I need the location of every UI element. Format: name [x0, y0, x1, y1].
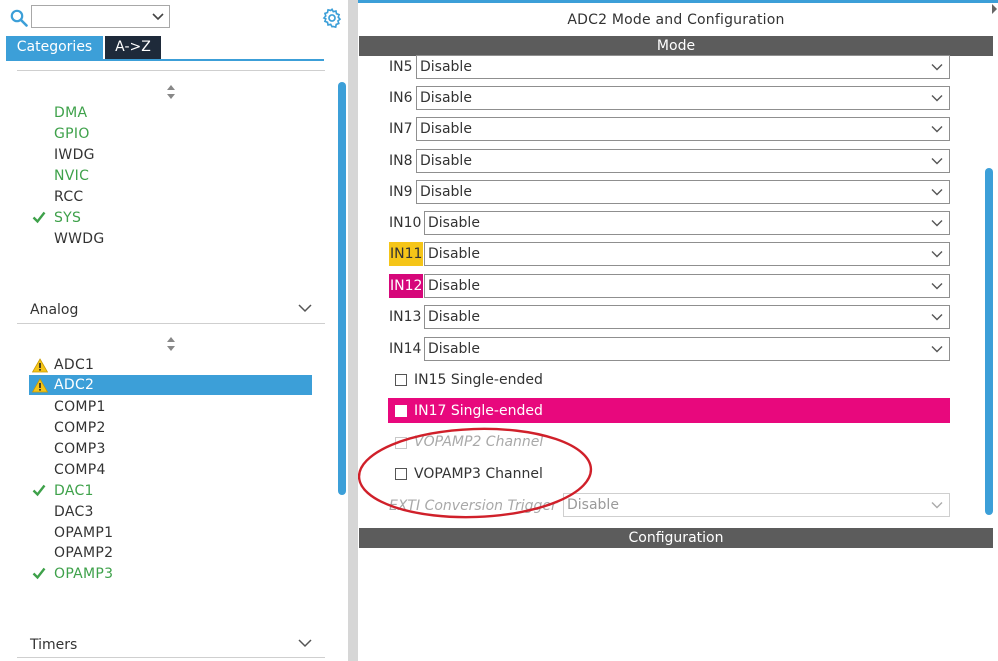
in11-select[interactable]: Disable: [424, 242, 950, 266]
chevron-down-icon: [931, 283, 943, 290]
check-icon: [32, 211, 46, 224]
in12-label: IN12: [389, 274, 424, 298]
in9-select[interactable]: Disable: [416, 180, 950, 204]
in9-label: IN9: [389, 184, 413, 200]
list-item-nvic[interactable]: NVIC: [54, 166, 89, 186]
warning-icon: [32, 378, 48, 393]
in8-select[interactable]: Disable: [416, 149, 950, 173]
mode-section-header[interactable]: Mode: [359, 36, 993, 56]
chevron-down-icon: [931, 158, 943, 165]
sort-arrows-icon[interactable]: [166, 336, 176, 352]
in6-select-value: Disable: [420, 90, 472, 106]
search-icon[interactable]: [10, 9, 28, 27]
in7-select-value: Disable: [420, 121, 472, 137]
in14-select[interactable]: Disable: [424, 337, 950, 361]
list-item-comp3[interactable]: COMP3: [54, 439, 106, 459]
in13-select-value: Disable: [428, 309, 480, 325]
in13-label: IN13: [389, 309, 422, 325]
section-separator: [17, 657, 325, 658]
chevron-down-icon: [931, 346, 943, 353]
tab-underline: [6, 59, 324, 61]
chevron-down-icon: [931, 95, 943, 102]
in5-select-value: Disable: [420, 59, 472, 75]
in12-select-value: Disable: [428, 278, 480, 294]
in7-select[interactable]: Disable: [416, 117, 950, 141]
list-item-wwdg[interactable]: WWDG: [54, 229, 105, 249]
tab-a-to-z[interactable]: A->Z: [105, 36, 161, 59]
list-item-dma[interactable]: DMA: [54, 103, 87, 123]
check-icon: [32, 484, 46, 497]
in10-select[interactable]: Disable: [424, 211, 950, 235]
list-item-dac3[interactable]: DAC3: [54, 502, 94, 522]
in17-checkbox[interactable]: [395, 405, 407, 417]
in11-label: IN11: [389, 242, 424, 266]
panel-splitter[interactable]: [348, 0, 358, 661]
left-scrollbar[interactable]: [338, 82, 346, 495]
configuration-section-header[interactable]: Configuration: [359, 528, 993, 548]
in8-label: IN8: [389, 153, 413, 169]
list-item-rcc[interactable]: RCC: [54, 187, 83, 207]
list-item-iwdg[interactable]: IWDG: [54, 145, 95, 165]
category-analog[interactable]: Analog: [30, 300, 78, 320]
in12-select[interactable]: Disable: [424, 274, 950, 298]
configuration-area: [359, 548, 993, 661]
in10-label: IN10: [389, 215, 422, 231]
list-item-gpio[interactable]: GPIO: [54, 124, 90, 144]
in8-select-value: Disable: [420, 153, 472, 169]
in17-checkbox-label[interactable]: IN17 Single-ended: [414, 401, 543, 421]
section-separator: [17, 70, 325, 71]
chevron-down-icon: [931, 126, 943, 133]
gear-icon[interactable]: [321, 7, 343, 29]
red-circle-annotation: [358, 427, 593, 519]
chevron-down-icon: [931, 502, 943, 509]
list-item-adc1[interactable]: ADC1: [54, 355, 94, 375]
in5-label: IN5: [389, 59, 413, 75]
tab-categories[interactable]: Categories: [6, 36, 103, 59]
list-item-comp1[interactable]: COMP1: [54, 397, 106, 417]
list-item-adc2[interactable]: ADC2: [54, 375, 94, 395]
in9-select-value: Disable: [420, 184, 472, 200]
ext-trigger-select: Disable: [563, 493, 950, 517]
page-title: ADC2 Mode and Configuration: [567, 12, 785, 28]
in15-checkbox[interactable]: [395, 374, 407, 386]
in13-select[interactable]: Disable: [424, 305, 950, 329]
chevron-down-icon: [931, 64, 943, 71]
warning-icon: [32, 358, 48, 373]
in7-label: IN7: [389, 121, 413, 137]
chevron-down-icon: [931, 251, 943, 258]
category-timers[interactable]: Timers: [30, 635, 77, 655]
section-separator: [17, 323, 325, 324]
chevron-down-icon[interactable]: [298, 638, 312, 648]
chevron-down-icon: [931, 220, 943, 227]
list-item-comp2[interactable]: COMP2: [54, 418, 106, 438]
in10-select-value: Disable: [428, 215, 480, 231]
in6-label: IN6: [389, 90, 413, 106]
in5-select[interactable]: Disable: [416, 55, 950, 79]
chevron-down-icon[interactable]: [298, 303, 312, 313]
in11-select-value: Disable: [428, 246, 480, 262]
chevron-down-icon[interactable]: [151, 9, 165, 23]
sort-arrows-icon[interactable]: [166, 84, 176, 100]
in6-select[interactable]: Disable: [416, 86, 950, 110]
chevron-down-icon: [931, 314, 943, 321]
in15-checkbox-label[interactable]: IN15 Single-ended: [414, 370, 543, 390]
check-icon: [32, 567, 46, 580]
list-item-sys[interactable]: SYS: [54, 208, 81, 228]
list-item-opamp2[interactable]: OPAMP2: [54, 543, 113, 563]
in14-select-value: Disable: [428, 341, 480, 357]
list-item-dac1[interactable]: DAC1: [54, 481, 94, 501]
list-item-comp4[interactable]: COMP4: [54, 460, 106, 480]
list-item-opamp3[interactable]: OPAMP3: [54, 564, 113, 584]
panel-top-border: [358, 0, 998, 3]
right-scrollbar[interactable]: [985, 168, 993, 515]
list-item-opamp1[interactable]: OPAMP1: [54, 523, 113, 543]
chevron-down-icon: [931, 189, 943, 196]
search-input[interactable]: [31, 5, 170, 28]
in14-label: IN14: [389, 341, 422, 357]
